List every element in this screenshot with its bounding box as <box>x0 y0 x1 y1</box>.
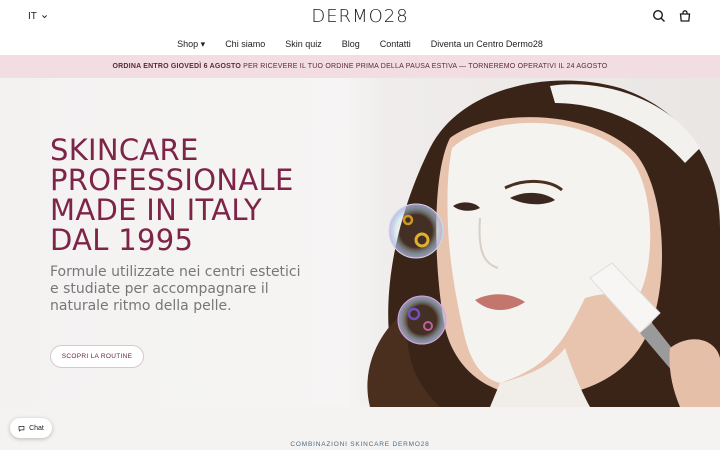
hero-headline: SKINCARE PROFESSIONALE MADE IN ITALY DAL… <box>50 135 350 255</box>
nav-item-centro[interactable]: Diventa un Centro Dermo28 <box>421 34 553 55</box>
headline-line: SKINCARE <box>50 133 199 167</box>
main-nav: Shop ▾ Chi siamo Skin quiz Blog Contatti… <box>0 34 720 55</box>
nav-item-blog[interactable]: Blog <box>332 34 370 55</box>
chat-button[interactable]: Chat <box>10 418 52 438</box>
nav-item-shop[interactable]: Shop ▾ <box>167 34 215 55</box>
headline-line: PROFESSIONALE <box>50 163 294 197</box>
nav-item-contatti[interactable]: Contatti <box>370 34 421 55</box>
bag-icon[interactable] <box>678 9 692 23</box>
announcement-bold: ORDINA ENTRO GIOVEDÌ 6 AGOSTO <box>112 63 241 70</box>
nav-item-skin-quiz[interactable]: Skin quiz <box>275 34 332 55</box>
brand-logo[interactable]: DERMO28 <box>0 6 720 27</box>
brand-logo-text: DERMO28 <box>311 6 409 27</box>
headline-line: DAL 1995 <box>50 223 194 257</box>
hero-photo <box>350 78 720 407</box>
hero-banner: SKINCARE PROFESSIONALE MADE IN ITALY DAL… <box>0 78 720 407</box>
nav-item-chi-siamo[interactable]: Chi siamo <box>215 34 275 55</box>
top-bar: IT DERMO28 <box>0 0 720 34</box>
chat-bubble-icon <box>18 425 25 432</box>
headline-line: MADE IN ITALY <box>50 193 262 227</box>
chat-label: Chat <box>29 424 44 432</box>
announcement-bar: ORDINA ENTRO GIOVEDÌ 6 AGOSTO PER RICEVE… <box>0 55 720 78</box>
search-icon[interactable] <box>652 9 666 23</box>
hero-subtitle: Formule utilizzate nei centri estetici e… <box>50 264 301 314</box>
announcement-text: PER RICEVERE IL TUO ORDINE PRIMA DELLA P… <box>240 63 608 70</box>
discover-routine-button[interactable]: SCOPRI LA ROUTINE <box>50 345 144 368</box>
section-label: COMBINAZIONI SKINCARE DERMO28 <box>290 441 430 448</box>
